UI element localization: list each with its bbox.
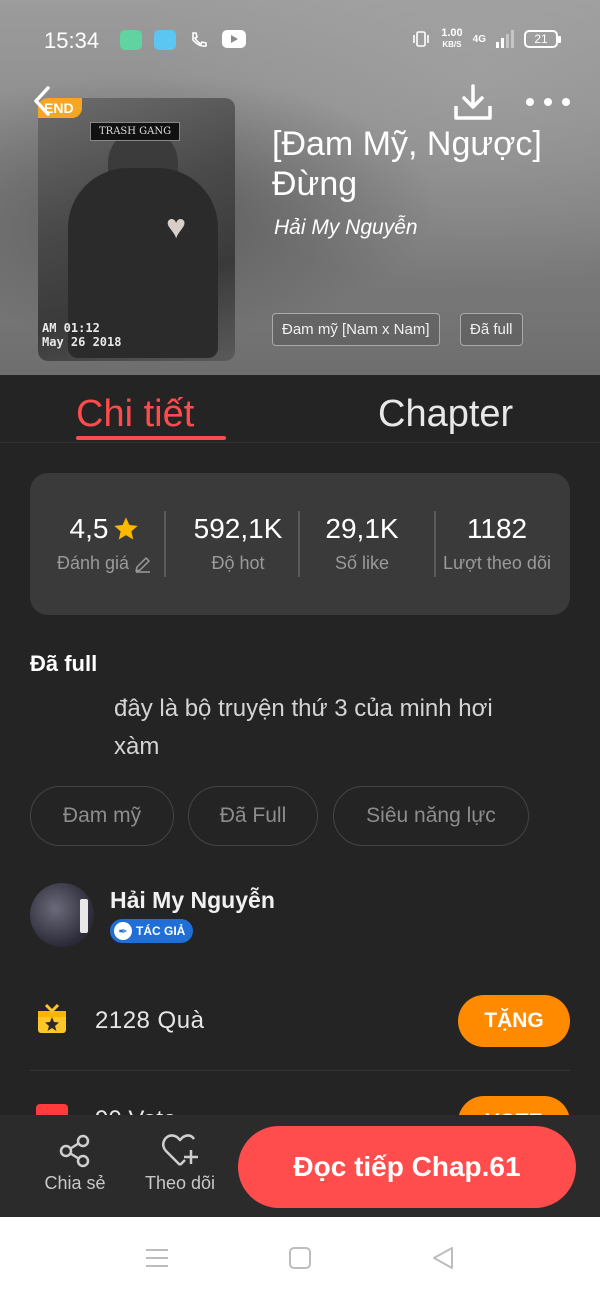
network-type: 4G bbox=[472, 33, 486, 45]
vibrate-icon bbox=[413, 31, 430, 47]
gift-button[interactable]: TẶNG bbox=[458, 995, 570, 1047]
author-name[interactable]: Hải My Nguyễn bbox=[110, 887, 275, 914]
book-description: đây là bộ truyện thứ 3 của minh hơi xàm bbox=[114, 695, 493, 760]
back-button[interactable] bbox=[28, 84, 58, 118]
bot-app-icon bbox=[154, 30, 176, 50]
genre-chip[interactable]: Đam mỹ bbox=[30, 786, 174, 846]
tag-genre[interactable]: Đam mỹ [Nam x Nam] bbox=[272, 313, 440, 346]
stat-likes: 29,1K Số like bbox=[325, 513, 399, 573]
share-icon bbox=[59, 1134, 90, 1168]
notification-icons bbox=[120, 30, 246, 50]
active-tab-indicator bbox=[76, 436, 226, 440]
back-nav-button[interactable] bbox=[430, 1245, 456, 1276]
edit-icon bbox=[135, 556, 151, 573]
menu-nav-button[interactable] bbox=[144, 1245, 170, 1276]
bottom-action-bar: Chia sẻ Theo dõi Đọc tiếp Chap.61 bbox=[0, 1115, 600, 1217]
heart-icon: ♥ bbox=[166, 208, 187, 246]
home-square-icon bbox=[289, 1247, 311, 1269]
green-app-icon bbox=[120, 30, 142, 50]
author-avatar[interactable] bbox=[30, 883, 94, 947]
stat-followers: 1182 Lượt theo dõi bbox=[443, 513, 551, 573]
signal-icon bbox=[496, 30, 514, 48]
menu-icon bbox=[146, 1249, 168, 1267]
book-status: Đã full bbox=[30, 651, 98, 676]
gift-icon bbox=[36, 1003, 68, 1035]
gift-count: 2128 Quà bbox=[95, 1007, 205, 1034]
system-nav-bar bbox=[0, 1217, 600, 1300]
book-author[interactable]: Hải My Nguyễn bbox=[274, 216, 418, 240]
follow-button[interactable]: Theo dõi bbox=[140, 1133, 220, 1194]
network-speed: 1.00 KB/S bbox=[441, 27, 463, 50]
download-button[interactable] bbox=[452, 82, 494, 124]
download-icon bbox=[454, 84, 492, 120]
tab-details[interactable]: Chi tiết bbox=[76, 393, 194, 436]
cover-timestamp: AM 01:12 May 26 2018 bbox=[42, 321, 122, 349]
back-triangle-icon bbox=[433, 1247, 453, 1269]
heart-plus-icon bbox=[162, 1134, 198, 1166]
battery-icon: 21 bbox=[524, 30, 561, 48]
author-badge: ✒ TÁC GIẢ bbox=[110, 919, 194, 943]
book-title: [Đam Mỹ, Ngược] Đừng bbox=[272, 125, 542, 203]
book-header: 15:34 1.00 KB/S 4G 21 ♥ TRASH GANG END AM… bbox=[0, 0, 600, 375]
more-button[interactable] bbox=[526, 92, 570, 112]
chevron-left-icon bbox=[34, 86, 50, 116]
status-right: 1.00 KB/S 4G 21 bbox=[411, 27, 561, 50]
cover-caption: TRASH GANG bbox=[90, 122, 181, 141]
star-icon bbox=[114, 517, 139, 540]
home-nav-button[interactable] bbox=[287, 1245, 313, 1276]
continue-reading-button[interactable]: Đọc tiếp Chap.61 bbox=[238, 1126, 576, 1208]
share-button[interactable]: Chia sẻ bbox=[38, 1133, 112, 1194]
stat-hot: 592,1K Độ hot bbox=[193, 513, 283, 573]
youtube-icon bbox=[222, 30, 246, 48]
book-cover[interactable]: ♥ TRASH GANG END AM 01:12 May 26 2018 bbox=[38, 98, 235, 361]
tab-chapter[interactable]: Chapter bbox=[378, 393, 513, 436]
stats-card: 4,5 Đánh giá 592,1K Độ hot 29,1K Số like… bbox=[30, 473, 570, 615]
pen-icon: ✒ bbox=[114, 922, 132, 940]
status-time: 15:34 bbox=[44, 28, 100, 53]
tab-bar: Chi tiết Chapter bbox=[0, 375, 600, 443]
tag-status[interactable]: Đã full bbox=[460, 313, 523, 346]
genre-chip[interactable]: Đã Full bbox=[188, 786, 318, 846]
genre-chip[interactable]: Siêu năng lực bbox=[333, 786, 529, 846]
phone-wifi-icon bbox=[188, 30, 210, 50]
status-bar: 15:34 1.00 KB/S 4G 21 bbox=[0, 0, 600, 80]
stat-rating[interactable]: 4,5 Đánh giá bbox=[46, 513, 164, 574]
